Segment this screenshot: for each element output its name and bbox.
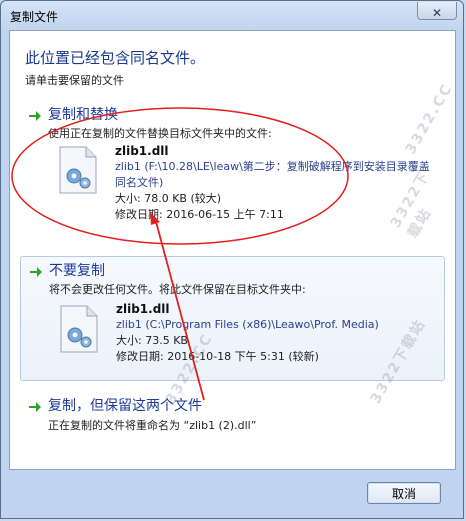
option-copy-and-replace[interactable]: 复制和替换 使用正在复制的文件替换目标文件夹中的文件: zlib1.dll zl… [20, 101, 445, 233]
green-arrow-icon [29, 402, 41, 412]
option-title: 复制，但保留这两个文件 [48, 398, 202, 414]
page-title: 此位置已经包含同名文件。 [25, 49, 206, 67]
close-button[interactable]: ✕ [417, 2, 457, 20]
cancel-button[interactable]: 取消 [367, 482, 441, 504]
copy-file-dialog: 复制文件 ✕ 此位置已经包含同名文件。 请单击要保留的文件 复制和替换 使用正在… [0, 0, 464, 519]
instruction-text: 请单击要保留的文件 [25, 74, 124, 87]
title-bar[interactable]: 复制文件 ✕ [1, 1, 463, 29]
file-path: zlib1 (F:\10.28\LE\leaw\第二步：复制破解程序到安装目录覆… [115, 160, 430, 189]
option-keep-both[interactable]: 复制，但保留这两个文件 正在复制的文件将重命名为 “zlib1 (2).dll” [20, 391, 445, 441]
dialog-footer: 取消 [1, 471, 463, 519]
file-size: 大小: 73.5 KB [116, 334, 188, 347]
window-title: 复制文件 [10, 10, 59, 24]
file-name: zlib1.dll [116, 302, 170, 316]
file-path: zlib1 (C:\Program Files (x86)\Leawo\Prof… [116, 318, 379, 331]
dll-file-icon [60, 305, 98, 353]
green-arrow-icon [29, 111, 41, 121]
file-modified-date: 修改日期: 2016-10-18 下午 5:31 (较新) [116, 350, 319, 363]
option-description: 将不会更改任何文件。将此文件保留在目标文件夹中: [49, 283, 306, 296]
file-name: zlib1.dll [115, 144, 169, 158]
green-arrow-icon [30, 267, 42, 277]
option-dont-copy[interactable]: 不要复制 将不会更改任何文件。将此文件保留在目标文件夹中: zlib1.dll … [20, 256, 445, 381]
option-title: 不要复制 [49, 263, 105, 279]
option-description: 使用正在复制的文件替换目标文件夹中的文件: [48, 127, 272, 140]
file-size: 大小: 78.0 KB (较大) [115, 192, 222, 205]
file-modified-date: 修改日期: 2016-06-15 上午 7:11 [115, 208, 284, 221]
dialog-content: 此位置已经包含同名文件。 请单击要保留的文件 复制和替换 使用正在复制的文件替换… [9, 30, 456, 470]
dll-file-icon [59, 146, 97, 194]
option-title: 复制和替换 [48, 107, 118, 123]
file-details: zlib1.dll zlib1 (C:\Program Files (x86)\… [116, 301, 436, 365]
close-icon: ✕ [431, 6, 443, 20]
file-details: zlib1.dll zlib1 (F:\10.28\LE\leaw\第二步：复制… [115, 143, 435, 223]
option-description: 正在复制的文件将重命名为 “zlib1 (2).dll” [48, 419, 257, 432]
